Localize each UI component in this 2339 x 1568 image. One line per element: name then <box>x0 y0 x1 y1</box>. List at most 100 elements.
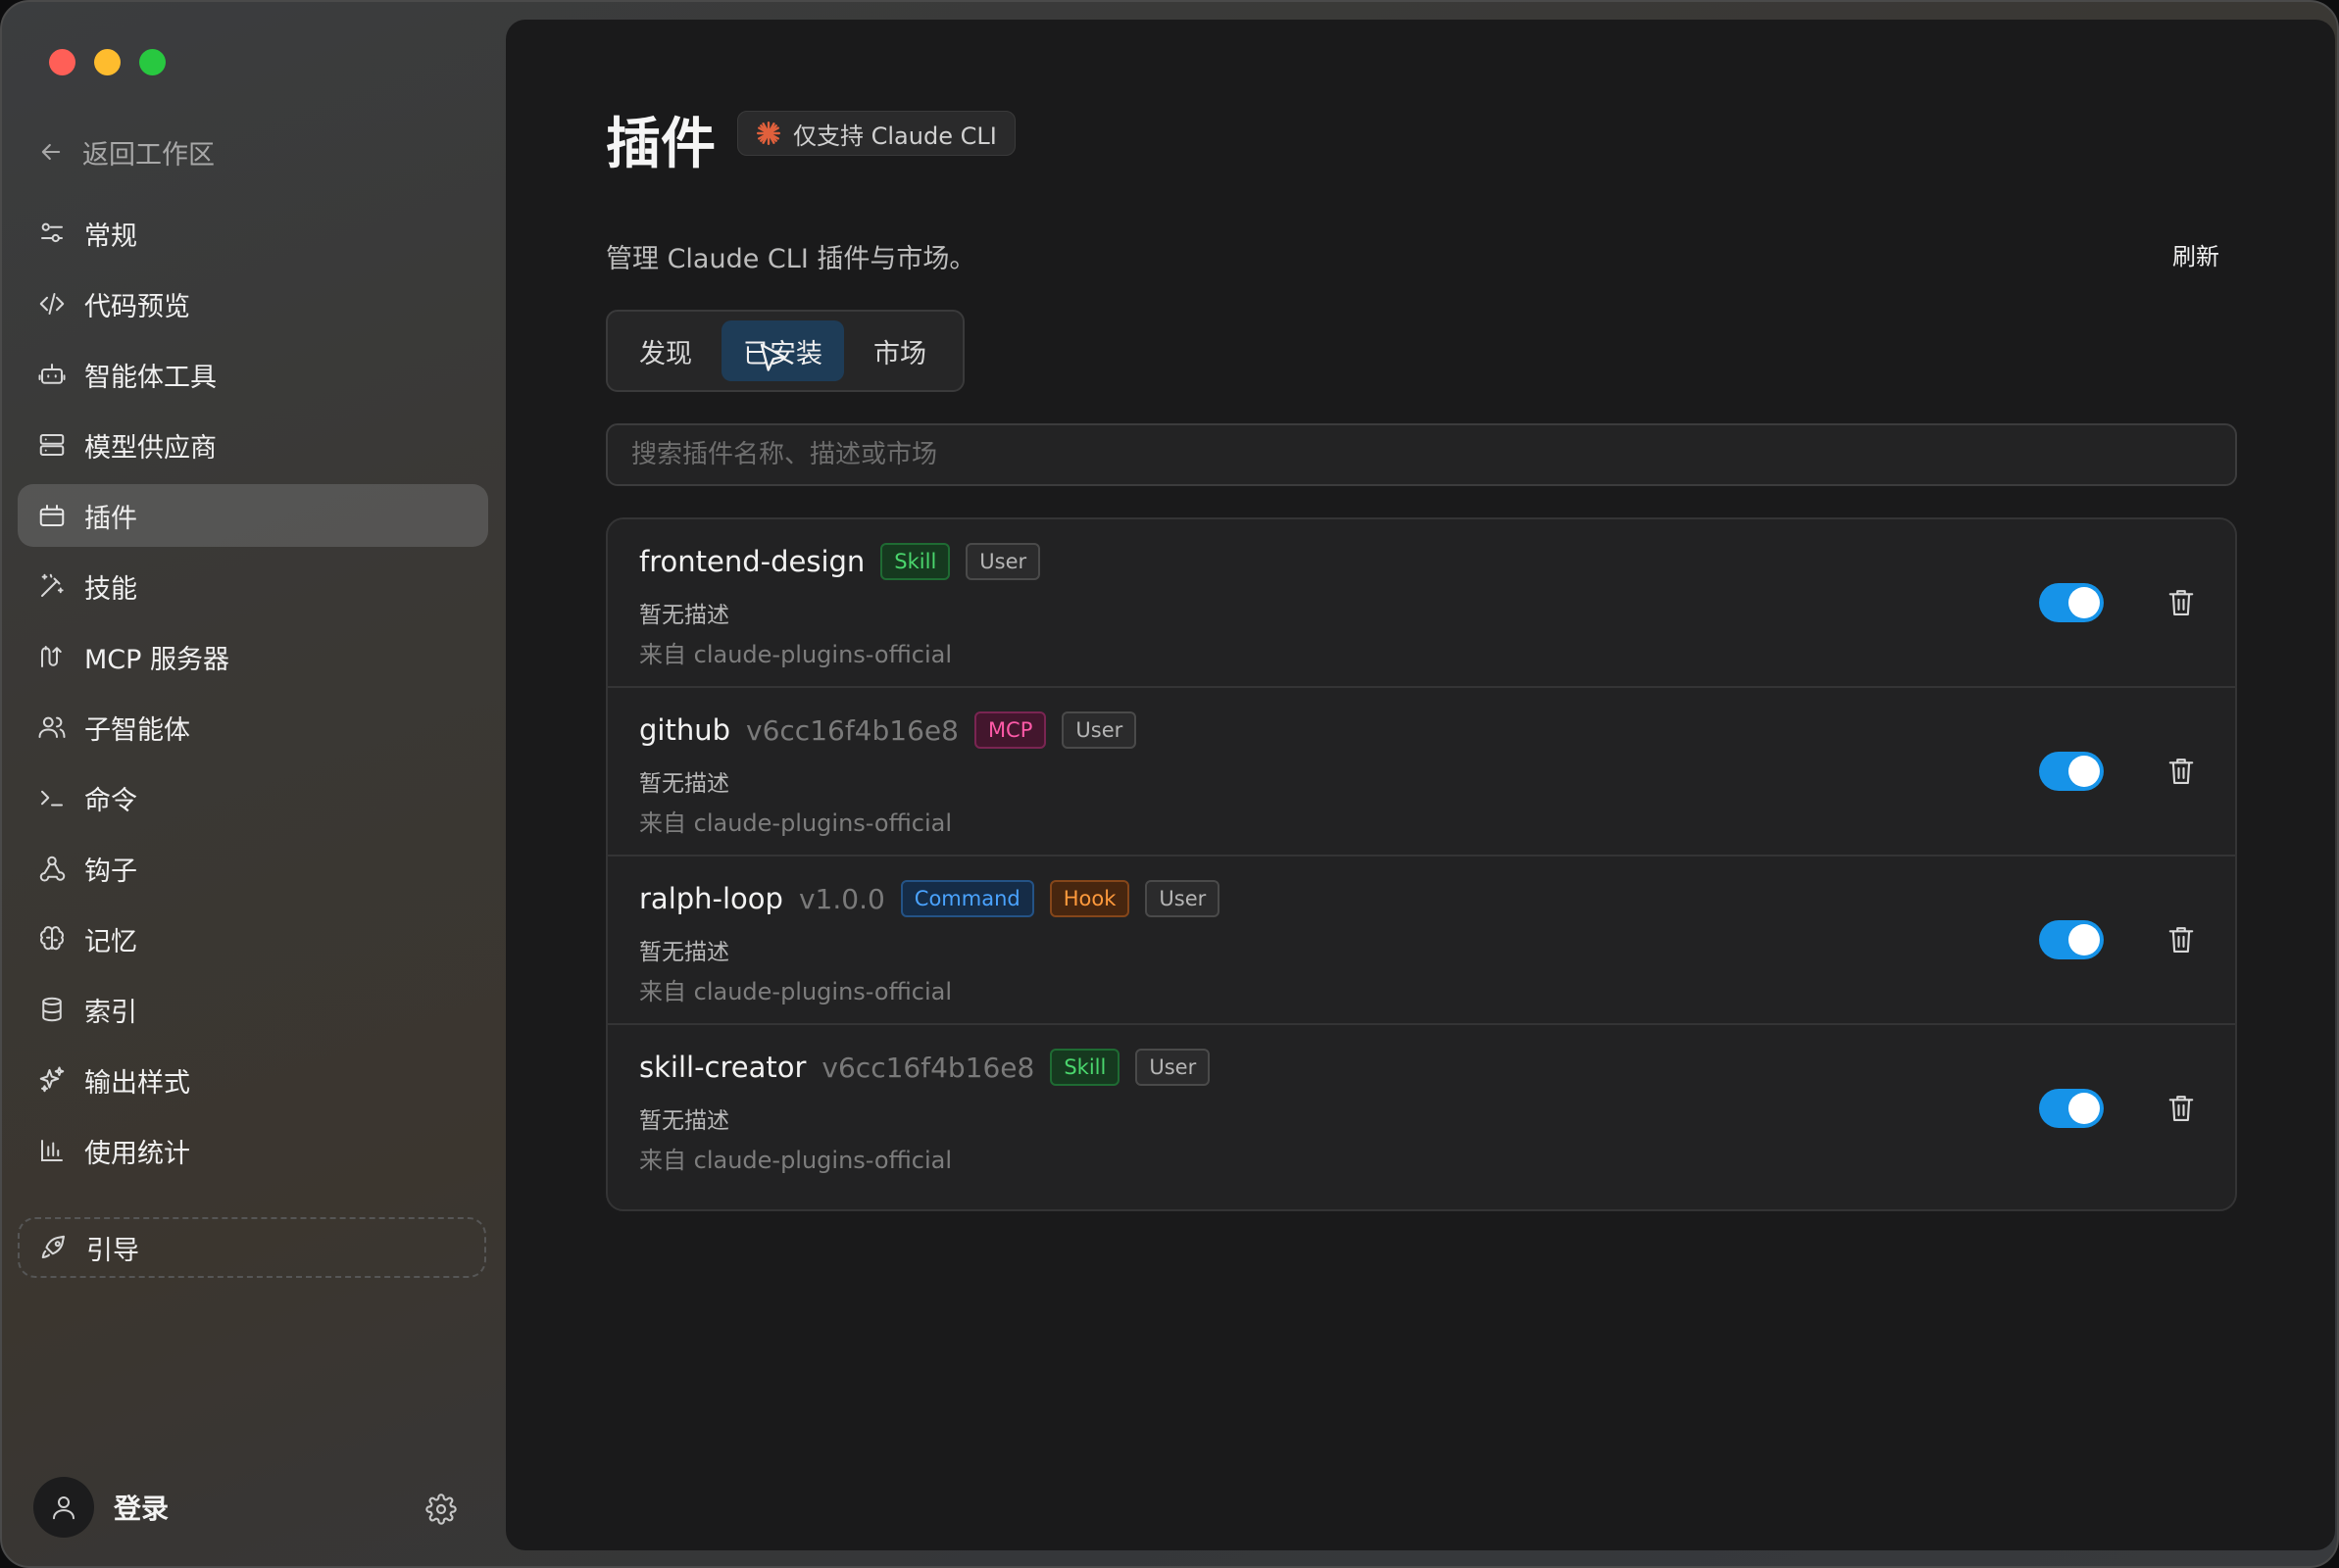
plugin-row: frontend-design Skill User 暂无描述 来自 claud… <box>608 519 2235 688</box>
sidebar-item-agent-tools[interactable]: 智能体工具 <box>18 343 488 406</box>
sidebar-item-label: 钩子 <box>84 856 137 887</box>
sidebar-item-commands[interactable]: 命令 <box>18 766 488 829</box>
sidebar-item-label: 插件 <box>84 503 137 534</box>
sidebar-nav: 常规 代码预览 智能体工具 模型供应商 插件 技能 MCP 服务器 子智能体 命… <box>18 202 488 1190</box>
toggle-knob <box>2068 1093 2100 1124</box>
plugin-tabs: 发现 已安装 市场 <box>606 310 965 392</box>
sidebar-item-hooks[interactable]: 钩子 <box>18 837 488 900</box>
plugin-name: skill-creator <box>639 1051 807 1084</box>
plugin-enable-toggle[interactable] <box>2039 752 2104 791</box>
code-icon <box>39 293 65 315</box>
back-to-workspace-link[interactable]: 返回工作区 <box>37 132 215 172</box>
sidebar-item-usage-stats[interactable]: 使用统计 <box>18 1119 488 1182</box>
sidebar-item-subagents[interactable]: 子智能体 <box>18 696 488 759</box>
sparkles-icon <box>39 1066 65 1093</box>
main-panel: 插件 仅支持 Claude CLI 管理 Claude CLI 插件与市场。 刷… <box>506 20 2335 1550</box>
guide-button[interactable]: 引导 <box>18 1217 486 1278</box>
account-button[interactable]: 登录 <box>33 1477 169 1538</box>
rocket-icon <box>41 1235 65 1258</box>
sidebar-item-label: 代码预览 <box>84 291 190 322</box>
tag-user: User <box>1135 1049 1211 1086</box>
bar-chart-icon <box>41 1140 63 1161</box>
toggle-knob <box>2068 924 2100 956</box>
plugin-version: v6cc16f4b16e8 <box>821 1051 1035 1084</box>
sidebar-item-label: 索引 <box>84 997 137 1028</box>
tag-hook: Hook <box>1049 880 1130 917</box>
plugin-description: 暂无描述 <box>639 1108 729 1134</box>
plugin-description: 暂无描述 <box>639 603 729 628</box>
delete-plugin-button[interactable] <box>2165 1092 2198 1125</box>
tag-user: User <box>1062 711 1137 749</box>
trash-icon <box>2168 590 2194 615</box>
plugin-source: 来自 claude-plugins-official <box>639 1147 953 1174</box>
plugin-version: v1.0.0 <box>798 882 885 915</box>
plugin-name: frontend-design <box>639 545 866 578</box>
page-subtitle: 管理 Claude CLI 插件与市场。 <box>606 244 976 274</box>
toggle-knob <box>2068 587 2100 618</box>
back-link-label: 返回工作区 <box>82 139 215 171</box>
tab-installed[interactable]: 已安装 <box>722 320 844 381</box>
toggle-knob <box>2068 756 2100 787</box>
plugin-version: v6cc16f4b16e8 <box>746 713 959 747</box>
sidebar-item-label: 智能体工具 <box>84 362 217 393</box>
trash-icon <box>2168 1096 2194 1121</box>
terminal-icon <box>41 790 63 807</box>
guide-label: 引导 <box>86 1235 139 1266</box>
claude-burst-icon <box>756 121 781 146</box>
database-icon <box>42 997 62 1022</box>
trash-icon <box>2168 927 2194 953</box>
plugin-description: 暂无描述 <box>639 771 729 797</box>
sidebar-item-index[interactable]: 索引 <box>18 978 488 1041</box>
sidebar-item-mcp-servers[interactable]: MCP 服务器 <box>18 625 488 688</box>
plugin-description: 暂无描述 <box>639 940 729 965</box>
plugin-row: skill-creator v6cc16f4b16e8 Skill User 暂… <box>608 1025 2235 1194</box>
gear-icon <box>425 1494 457 1525</box>
tab-marketplace[interactable]: 市场 <box>852 320 948 381</box>
login-label: 登录 <box>114 1493 170 1525</box>
magic-wand-icon <box>41 573 64 597</box>
plugin-icon <box>39 505 65 526</box>
plugin-search-input[interactable] <box>606 423 2237 486</box>
brain-icon <box>40 926 64 951</box>
plugin-name: github <box>639 713 731 747</box>
refresh-button[interactable]: 刷新 <box>2172 237 2219 271</box>
server-icon <box>39 434 65 456</box>
tag-user: User <box>966 543 1041 580</box>
sidebar-item-label: 模型供应商 <box>84 432 217 464</box>
delete-plugin-button[interactable] <box>2165 755 2198 788</box>
sidebar-item-skills[interactable]: 技能 <box>18 555 488 617</box>
arrow-left-icon <box>41 143 61 161</box>
tag-mcp: MCP <box>973 711 1047 749</box>
sidebar-item-label: 技能 <box>84 573 137 605</box>
sidebar-item-model-providers[interactable]: 模型供应商 <box>18 414 488 476</box>
webhook-icon <box>39 856 66 882</box>
sidebar-item-label: 使用统计 <box>84 1138 190 1169</box>
user-icon <box>53 1496 75 1520</box>
avatar <box>33 1477 94 1538</box>
sidebar-item-label: 常规 <box>84 220 137 252</box>
plugin-enable-toggle[interactable] <box>2039 1089 2104 1128</box>
sidebar-item-code-preview[interactable]: 代码预览 <box>18 272 488 335</box>
settings-button[interactable] <box>422 1490 461 1529</box>
sidebar-item-general[interactable]: 常规 <box>18 202 488 265</box>
tag-skill: Skill <box>880 543 951 580</box>
sidebar-item-label: 子智能体 <box>84 714 190 746</box>
delete-plugin-button[interactable] <box>2165 586 2198 619</box>
delete-plugin-button[interactable] <box>2165 923 2198 956</box>
plugin-enable-toggle[interactable] <box>2039 920 2104 959</box>
tag-command: Command <box>900 880 1034 917</box>
sidebar-item-label: MCP 服务器 <box>84 644 230 675</box>
sidebar-item-memory[interactable]: 记忆 <box>18 907 488 970</box>
tab-discover[interactable]: 发现 <box>618 320 714 381</box>
app-window: 返回工作区 常规 代码预览 智能体工具 模型供应商 插件 技能 MCP 服务器 … <box>0 0 2339 1568</box>
users-icon <box>38 716 66 738</box>
sidebar-item-plugins[interactable]: 插件 <box>18 484 488 547</box>
plugin-enable-toggle[interactable] <box>2039 583 2104 622</box>
mouse-cursor-icon <box>760 343 785 371</box>
plugin-row: github v6cc16f4b16e8 MCP User 暂无描述 来自 cl… <box>608 688 2235 857</box>
trash-icon <box>2168 759 2194 784</box>
sidebar-item-output-styles[interactable]: 输出样式 <box>18 1049 488 1111</box>
tag-skill: Skill <box>1050 1049 1120 1086</box>
sidebar-item-label: 记忆 <box>84 926 137 957</box>
page-title: 插件 <box>606 113 716 176</box>
